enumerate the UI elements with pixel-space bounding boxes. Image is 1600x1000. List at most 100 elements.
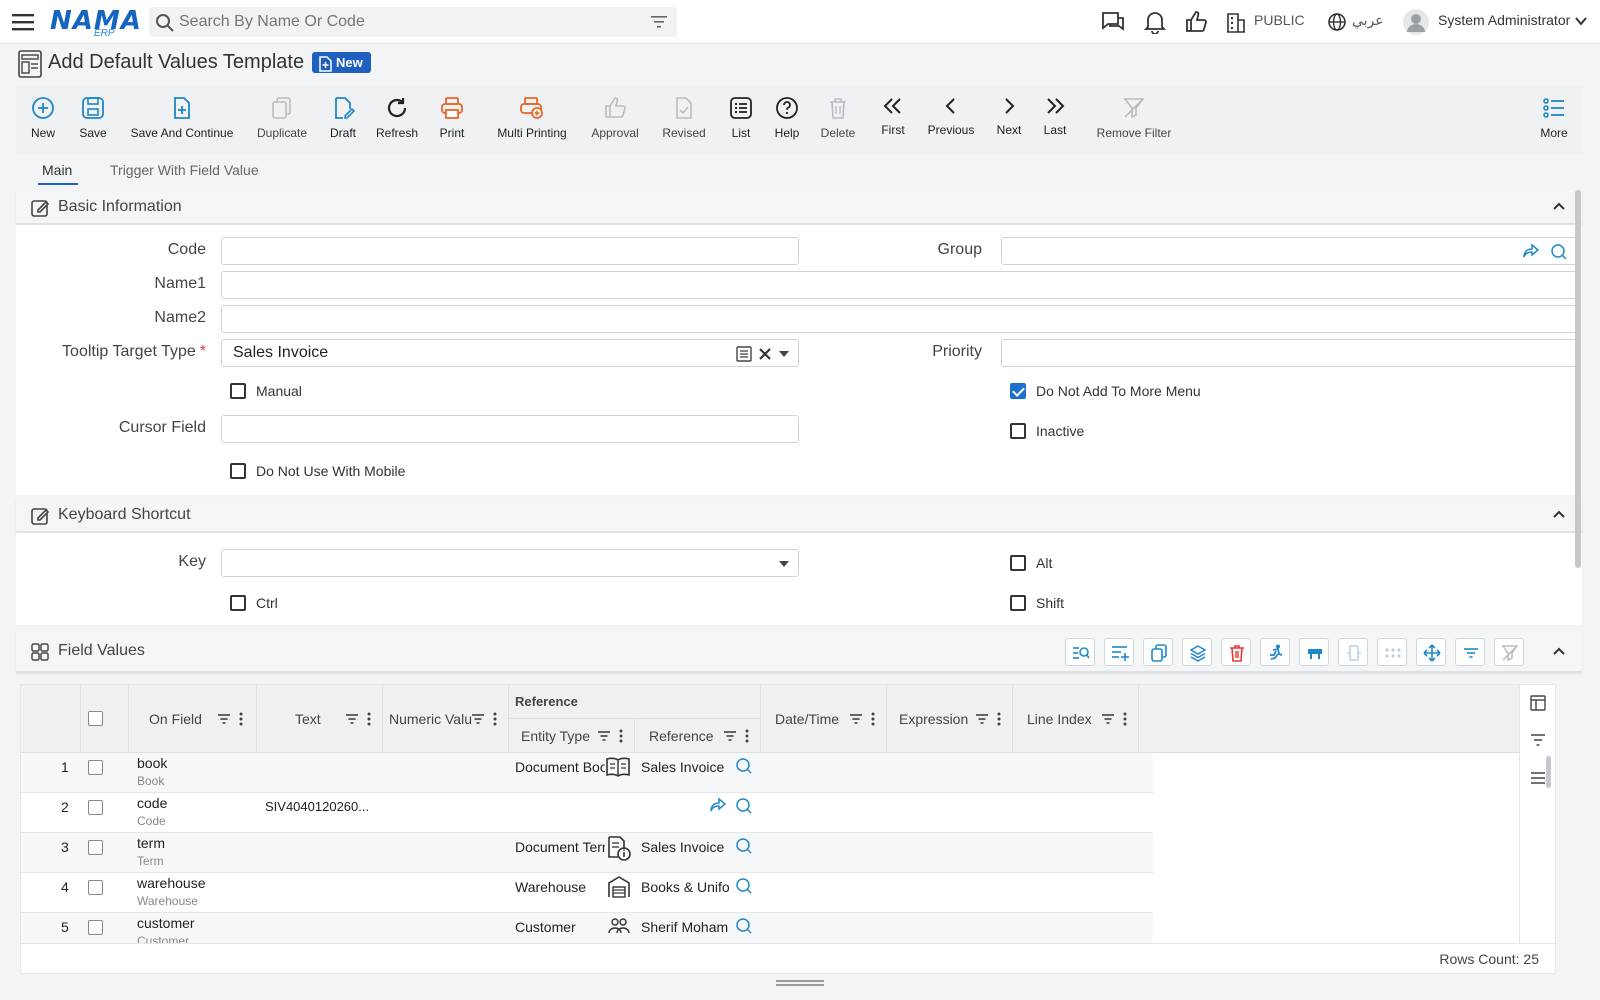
basic-information-header[interactable]: Basic Information xyxy=(16,190,1582,224)
layers-button[interactable] xyxy=(1182,638,1212,666)
new-button[interactable]: New xyxy=(26,86,60,154)
global-search[interactable] xyxy=(149,7,677,37)
dropdown-arrow-icon[interactable] xyxy=(778,560,790,568)
column-menu-icon[interactable] xyxy=(745,729,749,743)
field-values-header[interactable]: Field Values xyxy=(16,632,1582,672)
page-scrollbar[interactable] xyxy=(1575,190,1581,568)
fit-columns-button[interactable] xyxy=(1338,638,1368,666)
globe-icon[interactable] xyxy=(1326,10,1348,34)
columns-panel-icon[interactable] xyxy=(1530,695,1546,711)
do-not-add-to-more-menu-checkbox[interactable] xyxy=(1010,383,1026,399)
find-in-grid-button[interactable] xyxy=(1065,638,1095,666)
name1-field[interactable] xyxy=(221,271,1579,299)
reference-value[interactable]: Sherif Moham xyxy=(641,919,729,935)
draft-button[interactable]: Draft xyxy=(326,86,360,154)
row-checkbox[interactable] xyxy=(88,920,103,935)
remove-filter-button[interactable]: Remove Filter xyxy=(1096,86,1172,154)
priority-input[interactable] xyxy=(1002,340,1578,366)
filter-icon[interactable] xyxy=(975,713,989,725)
reference-value[interactable]: Sales Invoice xyxy=(641,839,729,855)
menu-icon[interactable] xyxy=(1530,771,1546,785)
clear-icon[interactable] xyxy=(758,347,772,361)
next-button[interactable]: Next xyxy=(994,86,1024,154)
print-button[interactable]: Print xyxy=(436,86,468,154)
filter-icon[interactable] xyxy=(217,713,231,725)
duplicate-button[interactable]: Duplicate xyxy=(254,86,310,154)
text-header[interactable]: Text xyxy=(257,685,383,753)
chevron-up-icon[interactable] xyxy=(1552,200,1566,212)
filter-button[interactable] xyxy=(1455,638,1485,666)
table-row[interactable]: 2 code Code SIV4040120260... xyxy=(21,793,1153,833)
filter-panel-icon[interactable] xyxy=(1530,733,1546,747)
datetime-header[interactable]: Date/Time xyxy=(761,685,887,753)
dots-grid-button[interactable] xyxy=(1377,638,1407,666)
language-toggle[interactable]: عربي xyxy=(1352,12,1384,29)
search-icon[interactable] xyxy=(735,917,753,935)
menu-icon[interactable] xyxy=(12,11,36,33)
list-button[interactable]: List xyxy=(726,86,756,154)
remove-filter-button[interactable] xyxy=(1494,638,1524,666)
do-not-use-with-mobile-checkbox[interactable] xyxy=(230,463,246,479)
filter-icon[interactable] xyxy=(597,730,611,742)
multi-printing-button[interactable]: Multi Printing xyxy=(496,86,568,154)
column-menu-icon[interactable] xyxy=(997,712,1001,726)
table-row[interactable]: 1 book Book Document Boo Sales Invoice xyxy=(21,753,1153,793)
name2-input[interactable] xyxy=(222,306,1578,332)
line-index-header[interactable]: Line Index xyxy=(1013,685,1139,753)
list-icon[interactable] xyxy=(736,346,752,362)
name1-input[interactable] xyxy=(222,272,1578,298)
alt-checkbox[interactable] xyxy=(1010,555,1026,571)
filter-icon[interactable] xyxy=(471,713,485,725)
name2-field[interactable] xyxy=(221,305,1579,333)
entity-type-header[interactable]: Entity Type xyxy=(509,719,635,753)
column-menu-icon[interactable] xyxy=(871,712,875,726)
help-button[interactable]: Help xyxy=(772,86,802,154)
save-and-continue-button[interactable]: Save And Continue xyxy=(128,86,236,154)
search-input[interactable] xyxy=(179,11,639,33)
code-input[interactable] xyxy=(222,238,798,264)
filter-icon[interactable] xyxy=(345,713,359,725)
expression-header[interactable]: Expression xyxy=(887,685,1013,753)
logo[interactable]: NAMA ERP xyxy=(50,6,141,39)
share-icon[interactable] xyxy=(709,797,727,813)
reference-value[interactable]: Books & Unifo xyxy=(641,879,729,895)
tab-main[interactable]: Main xyxy=(42,162,72,178)
user-name[interactable]: System Administrator xyxy=(1438,12,1570,28)
approval-button[interactable]: Approval xyxy=(588,86,642,154)
row-checkbox[interactable] xyxy=(88,800,103,815)
column-menu-icon[interactable] xyxy=(239,712,243,726)
priority-field[interactable] xyxy=(1001,339,1579,367)
chat-icon[interactable] xyxy=(1100,10,1126,34)
table-row[interactable]: 3 term Term Document Terr Sales Invoice xyxy=(21,833,1153,873)
search-icon[interactable] xyxy=(735,797,753,815)
ctrl-checkbox[interactable] xyxy=(230,595,246,611)
search-icon[interactable] xyxy=(735,877,753,895)
thumbs-up-icon[interactable] xyxy=(1184,10,1210,34)
manual-checkbox[interactable] xyxy=(230,383,246,399)
dropdown-arrow-icon[interactable] xyxy=(778,350,790,358)
copy-rows-button[interactable] xyxy=(1143,638,1173,666)
run-button[interactable] xyxy=(1260,638,1290,666)
add-row-button[interactable] xyxy=(1104,638,1134,666)
more-button[interactable]: More xyxy=(1538,86,1570,154)
reference-header[interactable]: Reference xyxy=(635,719,761,753)
refresh-button[interactable]: Refresh xyxy=(374,86,420,154)
table-columns-button[interactable] xyxy=(1299,638,1329,666)
group-input[interactable] xyxy=(1002,238,1578,264)
tab-trigger-with-field-value[interactable]: Trigger With Field Value xyxy=(110,162,259,178)
column-menu-icon[interactable] xyxy=(493,712,497,726)
chevron-down-icon[interactable] xyxy=(1574,14,1588,28)
bell-icon[interactable] xyxy=(1142,10,1168,34)
on-field-header[interactable]: On Field xyxy=(129,685,257,753)
move-button[interactable] xyxy=(1416,638,1446,666)
code-field[interactable] xyxy=(221,237,799,265)
delete-rows-button[interactable] xyxy=(1221,638,1251,666)
table-row[interactable]: 5 customer Customer Customer Sherif Moha… xyxy=(21,913,1153,943)
shift-checkbox[interactable] xyxy=(1010,595,1026,611)
tooltip-target-type-select[interactable]: Sales Invoice xyxy=(221,339,799,367)
cursor-field[interactable] xyxy=(221,415,799,443)
first-button[interactable]: First xyxy=(878,86,908,154)
save-button[interactable]: Save xyxy=(76,86,110,154)
row-checkbox[interactable] xyxy=(88,880,103,895)
filter-icon[interactable] xyxy=(1101,713,1115,725)
